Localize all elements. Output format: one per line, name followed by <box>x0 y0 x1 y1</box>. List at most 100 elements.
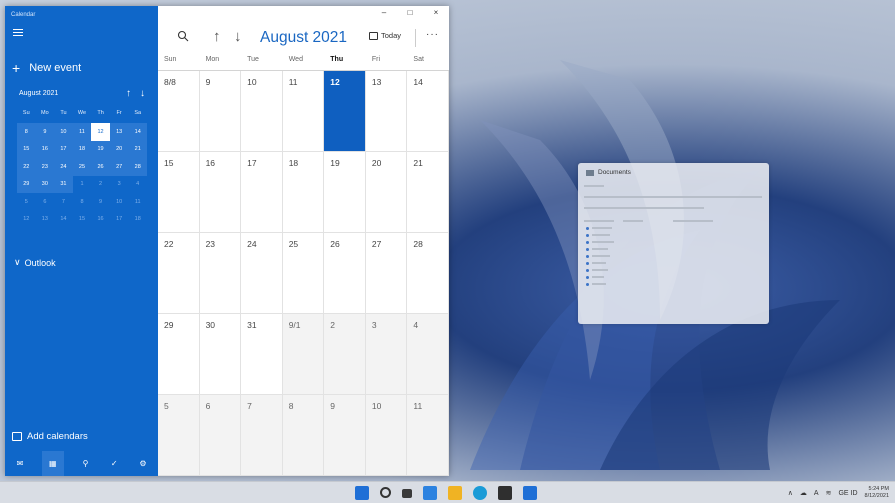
wifi-icon[interactable]: ≋ <box>826 489 832 497</box>
menu-icon[interactable] <box>13 29 23 37</box>
mini-calendar-day[interactable]: 2 <box>91 176 110 194</box>
taskbar-clock[interactable]: 5:24 PM 8/12/2021 <box>865 486 889 500</box>
calendar-taskbar-icon[interactable] <box>523 486 537 500</box>
day-cell[interactable]: 5 <box>158 395 200 476</box>
day-cell[interactable]: 8/8 <box>158 71 200 152</box>
day-cell[interactable]: 30 <box>199 314 242 395</box>
previous-month-arrow-icon[interactable]: ↑ <box>213 28 221 45</box>
mini-calendar-day[interactable]: 17 <box>110 211 129 229</box>
mini-calendar-day[interactable]: 7 <box>54 193 73 211</box>
settings-gear-icon[interactable]: ⚙ <box>136 457 150 471</box>
mini-calendar-day[interactable]: 29 <box>17 175 36 193</box>
widgets-icon[interactable] <box>423 486 437 500</box>
mini-calendar-day[interactable]: 24 <box>54 158 73 176</box>
edge-icon[interactable] <box>473 486 487 500</box>
today-button[interactable]: Today <box>369 31 401 40</box>
mini-calendar-day[interactable]: 3 <box>110 176 129 194</box>
day-cell[interactable]: 23 <box>199 233 242 314</box>
mini-calendar-day[interactable]: 16 <box>91 211 110 229</box>
day-cell[interactable]: 26 <box>324 233 366 314</box>
close-button[interactable]: × <box>423 8 449 17</box>
calendar-icon[interactable]: ▦ <box>41 451 64 476</box>
mini-calendar-day[interactable]: 31 <box>54 175 73 193</box>
mini-calendar-day[interactable]: 22 <box>17 158 36 176</box>
day-cell[interactable]: 28 <box>407 233 449 314</box>
mini-prev-arrow-icon[interactable]: ↑ <box>126 88 131 99</box>
day-cell[interactable]: 7 <box>241 395 283 476</box>
mini-calendar-day[interactable]: 26 <box>91 158 110 176</box>
mini-calendar-day[interactable]: 25 <box>72 158 92 176</box>
mini-calendar-day[interactable]: 14 <box>128 123 147 141</box>
file-explorer-icon[interactable] <box>448 486 462 500</box>
mini-calendar-day[interactable]: 23 <box>35 158 55 176</box>
mini-calendar-day[interactable]: 18 <box>128 211 147 229</box>
day-cell[interactable]: 17 <box>241 152 283 233</box>
day-cell[interactable]: 11 <box>282 71 325 152</box>
day-cell[interactable]: 20 <box>365 152 408 233</box>
mini-calendar-day[interactable]: 15 <box>73 211 92 229</box>
store-icon[interactable] <box>498 486 512 500</box>
task-view-icon[interactable] <box>402 489 412 498</box>
day-cell[interactable]: 13 <box>365 71 408 152</box>
mini-calendar-day[interactable]: 11 <box>128 193 147 211</box>
mini-calendar-day[interactable]: 9 <box>35 123 55 141</box>
mini-calendar-day[interactable]: 18 <box>72 140 92 158</box>
day-cell[interactable]: 19 <box>324 152 366 233</box>
day-cell[interactable]: 22 <box>158 233 200 314</box>
mini-calendar-day[interactable]: 10 <box>110 193 129 211</box>
more-options-button[interactable]: ··· <box>426 29 439 40</box>
day-cell[interactable]: 11 <box>407 395 449 476</box>
mini-calendar-day[interactable]: 16 <box>35 140 55 158</box>
day-cell[interactable]: 14 <box>407 71 449 152</box>
day-cell[interactable]: 6 <box>199 395 242 476</box>
day-cell[interactable]: 8 <box>282 395 325 476</box>
mini-calendar-day[interactable]: 27 <box>109 158 129 176</box>
day-cell[interactable]: 12 <box>324 71 366 152</box>
next-month-arrow-icon[interactable]: ↓ <box>234 28 242 45</box>
mini-calendar-month[interactable]: August 2021 <box>19 90 58 97</box>
mini-calendar-day[interactable]: 12 <box>17 211 36 229</box>
add-calendars-button[interactable]: Add calendars <box>12 431 88 442</box>
day-cell[interactable]: 31 <box>241 314 283 395</box>
mini-calendar-day[interactable]: 15 <box>17 140 36 158</box>
new-event-button[interactable]: + New event <box>12 60 81 76</box>
mini-calendar-day[interactable]: 30 <box>35 175 55 193</box>
day-cell[interactable]: 4 <box>407 314 449 395</box>
day-cell[interactable]: 24 <box>241 233 283 314</box>
day-cell[interactable]: 3 <box>365 314 408 395</box>
mini-calendar-day[interactable]: 19 <box>91 140 110 158</box>
todo-icon[interactable]: ✓ <box>107 457 121 471</box>
mini-calendar-day[interactable]: 13 <box>109 123 129 141</box>
minimize-button[interactable]: – <box>371 8 397 17</box>
search-icon[interactable] <box>177 30 189 42</box>
mini-calendar-day[interactable]: 1 <box>73 176 92 194</box>
day-cell[interactable]: 10 <box>365 395 408 476</box>
mini-calendar-day[interactable]: 8 <box>17 123 36 141</box>
day-cell[interactable]: 2 <box>324 314 366 395</box>
start-icon[interactable] <box>355 486 369 500</box>
mini-next-arrow-icon[interactable]: ↓ <box>140 88 145 99</box>
mini-calendar-day[interactable]: 28 <box>128 158 147 176</box>
day-cell[interactable]: 9/1 <box>282 314 325 395</box>
taskbar-search-icon[interactable] <box>380 487 391 498</box>
day-cell[interactable]: 9 <box>324 395 366 476</box>
maximize-button[interactable]: □ <box>397 8 423 17</box>
mail-icon[interactable]: ✉ <box>13 457 27 471</box>
show-hidden-icons-icon[interactable]: ∧ <box>788 489 793 497</box>
day-cell[interactable]: 27 <box>365 233 408 314</box>
outlook-account-toggle[interactable]: ∨ Outlook <box>14 257 56 268</box>
mini-calendar-day[interactable]: 20 <box>109 140 129 158</box>
day-cell[interactable]: 29 <box>158 314 200 395</box>
month-title[interactable]: August 2021 <box>260 29 347 47</box>
day-cell[interactable]: 25 <box>282 233 325 314</box>
day-cell[interactable]: 18 <box>282 152 325 233</box>
day-cell[interactable]: 15 <box>158 152 200 233</box>
network-status[interactable]: GE ID <box>838 490 857 497</box>
mini-calendar-day[interactable]: 6 <box>36 193 55 211</box>
day-cell[interactable]: 10 <box>241 71 283 152</box>
mini-calendar-day[interactable]: 17 <box>54 140 73 158</box>
mini-calendar-day[interactable]: 4 <box>128 176 147 194</box>
mini-calendar-day[interactable]: 5 <box>17 193 36 211</box>
mini-calendar-day[interactable]: 8 <box>73 193 92 211</box>
mini-calendar-day[interactable]: 12 <box>91 123 110 141</box>
